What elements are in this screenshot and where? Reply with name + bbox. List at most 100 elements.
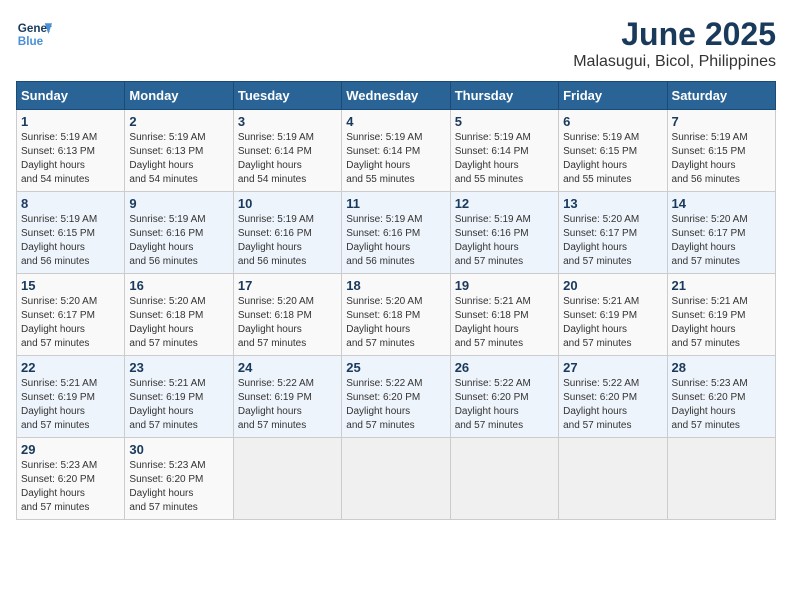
- day-number: 23: [129, 360, 228, 375]
- table-row: 20 Sunrise: 5:21 AM Sunset: 6:19 PM Dayl…: [559, 274, 667, 356]
- day-info: Sunrise: 5:21 AM Sunset: 6:19 PM Dayligh…: [129, 377, 228, 433]
- day-number: 26: [455, 360, 554, 375]
- title-area: June 2025 Malasugui, Bicol, Philippines: [573, 16, 776, 71]
- day-number: 18: [346, 278, 445, 293]
- day-info: Sunrise: 5:19 AM Sunset: 6:16 PM Dayligh…: [238, 213, 337, 269]
- day-number: 2: [129, 114, 228, 129]
- day-number: 9: [129, 196, 228, 211]
- day-number: 5: [455, 114, 554, 129]
- calendar-table: Sunday Monday Tuesday Wednesday Thursday…: [16, 81, 776, 520]
- table-row: 2 Sunrise: 5:19 AM Sunset: 6:13 PM Dayli…: [125, 110, 233, 192]
- day-info: Sunrise: 5:22 AM Sunset: 6:20 PM Dayligh…: [563, 377, 662, 433]
- day-number: 17: [238, 278, 337, 293]
- table-row: 15 Sunrise: 5:20 AM Sunset: 6:17 PM Dayl…: [17, 274, 125, 356]
- day-info: Sunrise: 5:20 AM Sunset: 6:17 PM Dayligh…: [672, 213, 771, 269]
- day-number: 19: [455, 278, 554, 293]
- calendar-week-4: 22 Sunrise: 5:21 AM Sunset: 6:19 PM Dayl…: [17, 356, 776, 438]
- calendar-header-row: Sunday Monday Tuesday Wednesday Thursday…: [17, 82, 776, 110]
- table-row: 19 Sunrise: 5:21 AM Sunset: 6:18 PM Dayl…: [450, 274, 558, 356]
- day-number: 4: [346, 114, 445, 129]
- table-row: 8 Sunrise: 5:19 AM Sunset: 6:15 PM Dayli…: [17, 192, 125, 274]
- table-row: 10 Sunrise: 5:19 AM Sunset: 6:16 PM Dayl…: [233, 192, 341, 274]
- table-row: 6 Sunrise: 5:19 AM Sunset: 6:15 PM Dayli…: [559, 110, 667, 192]
- day-number: 7: [672, 114, 771, 129]
- table-row: [559, 438, 667, 520]
- day-info: Sunrise: 5:23 AM Sunset: 6:20 PM Dayligh…: [129, 459, 228, 515]
- day-number: 20: [563, 278, 662, 293]
- day-number: 15: [21, 278, 120, 293]
- day-info: Sunrise: 5:19 AM Sunset: 6:16 PM Dayligh…: [129, 213, 228, 269]
- day-info: Sunrise: 5:20 AM Sunset: 6:18 PM Dayligh…: [238, 295, 337, 351]
- day-number: 11: [346, 196, 445, 211]
- day-info: Sunrise: 5:19 AM Sunset: 6:14 PM Dayligh…: [238, 131, 337, 187]
- table-row: [342, 438, 450, 520]
- day-number: 10: [238, 196, 337, 211]
- header: General Blue June 2025 Malasugui, Bicol,…: [16, 16, 776, 71]
- day-number: 3: [238, 114, 337, 129]
- day-number: 25: [346, 360, 445, 375]
- table-row: 25 Sunrise: 5:22 AM Sunset: 6:20 PM Dayl…: [342, 356, 450, 438]
- table-row: 22 Sunrise: 5:21 AM Sunset: 6:19 PM Dayl…: [17, 356, 125, 438]
- table-row: 30 Sunrise: 5:23 AM Sunset: 6:20 PM Dayl…: [125, 438, 233, 520]
- day-number: 21: [672, 278, 771, 293]
- day-info: Sunrise: 5:19 AM Sunset: 6:16 PM Dayligh…: [455, 213, 554, 269]
- table-row: 14 Sunrise: 5:20 AM Sunset: 6:17 PM Dayl…: [667, 192, 775, 274]
- table-row: 29 Sunrise: 5:23 AM Sunset: 6:20 PM Dayl…: [17, 438, 125, 520]
- table-row: 1 Sunrise: 5:19 AM Sunset: 6:13 PM Dayli…: [17, 110, 125, 192]
- day-info: Sunrise: 5:19 AM Sunset: 6:14 PM Dayligh…: [346, 131, 445, 187]
- day-info: Sunrise: 5:19 AM Sunset: 6:15 PM Dayligh…: [563, 131, 662, 187]
- table-row: 24 Sunrise: 5:22 AM Sunset: 6:19 PM Dayl…: [233, 356, 341, 438]
- calendar-subtitle: Malasugui, Bicol, Philippines: [573, 53, 776, 71]
- col-thursday: Thursday: [450, 82, 558, 110]
- day-info: Sunrise: 5:20 AM Sunset: 6:18 PM Dayligh…: [129, 295, 228, 351]
- table-row: 16 Sunrise: 5:20 AM Sunset: 6:18 PM Dayl…: [125, 274, 233, 356]
- day-info: Sunrise: 5:21 AM Sunset: 6:19 PM Dayligh…: [563, 295, 662, 351]
- day-info: Sunrise: 5:22 AM Sunset: 6:20 PM Dayligh…: [455, 377, 554, 433]
- col-sunday: Sunday: [17, 82, 125, 110]
- day-number: 24: [238, 360, 337, 375]
- day-info: Sunrise: 5:20 AM Sunset: 6:17 PM Dayligh…: [563, 213, 662, 269]
- day-number: 8: [21, 196, 120, 211]
- day-info: Sunrise: 5:22 AM Sunset: 6:19 PM Dayligh…: [238, 377, 337, 433]
- day-info: Sunrise: 5:21 AM Sunset: 6:19 PM Dayligh…: [672, 295, 771, 351]
- col-saturday: Saturday: [667, 82, 775, 110]
- table-row: 12 Sunrise: 5:19 AM Sunset: 6:16 PM Dayl…: [450, 192, 558, 274]
- day-number: 14: [672, 196, 771, 211]
- day-number: 22: [21, 360, 120, 375]
- day-number: 13: [563, 196, 662, 211]
- day-info: Sunrise: 5:21 AM Sunset: 6:18 PM Dayligh…: [455, 295, 554, 351]
- logo-icon: General Blue: [16, 16, 52, 52]
- table-row: 23 Sunrise: 5:21 AM Sunset: 6:19 PM Dayl…: [125, 356, 233, 438]
- day-number: 6: [563, 114, 662, 129]
- table-row: 3 Sunrise: 5:19 AM Sunset: 6:14 PM Dayli…: [233, 110, 341, 192]
- day-number: 12: [455, 196, 554, 211]
- table-row: [450, 438, 558, 520]
- day-number: 16: [129, 278, 228, 293]
- table-row: 27 Sunrise: 5:22 AM Sunset: 6:20 PM Dayl…: [559, 356, 667, 438]
- table-row: 11 Sunrise: 5:19 AM Sunset: 6:16 PM Dayl…: [342, 192, 450, 274]
- day-info: Sunrise: 5:19 AM Sunset: 6:14 PM Dayligh…: [455, 131, 554, 187]
- calendar-title: June 2025: [573, 16, 776, 53]
- day-number: 28: [672, 360, 771, 375]
- day-number: 30: [129, 442, 228, 457]
- day-number: 27: [563, 360, 662, 375]
- table-row: [667, 438, 775, 520]
- day-info: Sunrise: 5:20 AM Sunset: 6:18 PM Dayligh…: [346, 295, 445, 351]
- day-info: Sunrise: 5:23 AM Sunset: 6:20 PM Dayligh…: [672, 377, 771, 433]
- table-row: 4 Sunrise: 5:19 AM Sunset: 6:14 PM Dayli…: [342, 110, 450, 192]
- calendar-week-2: 8 Sunrise: 5:19 AM Sunset: 6:15 PM Dayli…: [17, 192, 776, 274]
- table-row: 7 Sunrise: 5:19 AM Sunset: 6:15 PM Dayli…: [667, 110, 775, 192]
- day-info: Sunrise: 5:19 AM Sunset: 6:16 PM Dayligh…: [346, 213, 445, 269]
- logo: General Blue: [16, 16, 56, 52]
- col-tuesday: Tuesday: [233, 82, 341, 110]
- day-info: Sunrise: 5:19 AM Sunset: 6:15 PM Dayligh…: [21, 213, 120, 269]
- day-info: Sunrise: 5:20 AM Sunset: 6:17 PM Dayligh…: [21, 295, 120, 351]
- table-row: 18 Sunrise: 5:20 AM Sunset: 6:18 PM Dayl…: [342, 274, 450, 356]
- col-wednesday: Wednesday: [342, 82, 450, 110]
- col-friday: Friday: [559, 82, 667, 110]
- day-info: Sunrise: 5:21 AM Sunset: 6:19 PM Dayligh…: [21, 377, 120, 433]
- day-number: 29: [21, 442, 120, 457]
- day-info: Sunrise: 5:19 AM Sunset: 6:13 PM Dayligh…: [129, 131, 228, 187]
- calendar-week-5: 29 Sunrise: 5:23 AM Sunset: 6:20 PM Dayl…: [17, 438, 776, 520]
- day-info: Sunrise: 5:23 AM Sunset: 6:20 PM Dayligh…: [21, 459, 120, 515]
